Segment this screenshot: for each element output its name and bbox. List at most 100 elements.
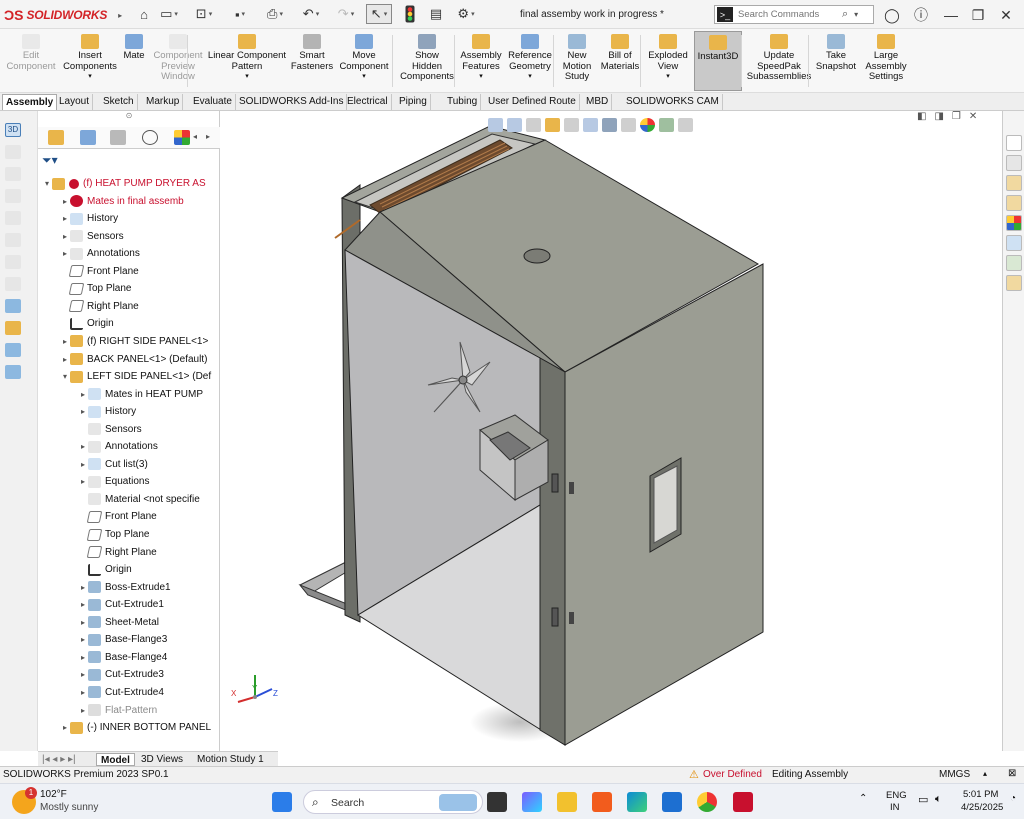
ribbon-button-new-motion-study[interactable]: New Motion Study <box>558 31 596 91</box>
tree-node[interactable]: ▸ Mates in final assemb <box>60 193 184 210</box>
hinge[interactable] <box>569 482 574 494</box>
open-button[interactable]: ⊡ ▾ <box>192 4 216 24</box>
expand-down-icon[interactable]: ▾ <box>42 179 52 188</box>
tab-assembly[interactable]: Assembly <box>2 94 58 110</box>
tree-node[interactable]: Sensors <box>78 421 142 438</box>
expand-right-icon[interactable]: ▸ <box>78 477 88 486</box>
expand-right-icon[interactable]: ▸ <box>60 197 70 206</box>
brave-browser-icon[interactable] <box>592 792 612 812</box>
expand-right-icon[interactable]: ▸ <box>60 249 70 258</box>
tree-node[interactable]: ▸ BACK PANEL<1> (Default) <box>60 351 207 368</box>
view-orientation-icon[interactable] <box>583 118 598 132</box>
scenes-icon[interactable] <box>659 118 674 132</box>
tab-user-defined-route[interactable]: User Defined Route <box>485 94 580 110</box>
tab-tubing[interactable]: Tubing <box>444 94 482 110</box>
rebuild-traffic-light-icon[interactable] <box>402 4 418 24</box>
hinge[interactable] <box>551 607 559 627</box>
ribbon-button-take-snapshot[interactable]: Take Snapshot <box>814 31 858 91</box>
hinge[interactable] <box>569 612 574 624</box>
tree-node[interactable]: ▸ Cut list(3) <box>78 456 148 473</box>
edge-browser-icon[interactable] <box>627 792 647 812</box>
search-commands-box[interactable]: >_ ⌕ ▾ <box>714 5 874 24</box>
language-line1[interactable]: ENG <box>886 790 907 801</box>
expand-right-icon[interactable]: ▸ <box>60 232 70 241</box>
tree-node[interactable]: Top Plane <box>60 280 131 297</box>
component-icon[interactable] <box>5 233 21 247</box>
customize-icon[interactable]: ⊠ <box>1008 768 1016 779</box>
tab-layout[interactable]: Layout <box>56 94 94 110</box>
tree-node[interactable]: ▸ Annotations <box>78 438 158 455</box>
tab-markup[interactable]: Markup <box>143 94 184 110</box>
tab-navigation-arrows[interactable]: |◂ ◂ ▸ ▸| <box>38 753 80 766</box>
chevron-down-icon[interactable]: ▾ <box>528 72 532 83</box>
tree-node[interactable]: ▸ Flat-Pattern <box>78 702 157 719</box>
home-icon[interactable]: ⌂ <box>135 4 153 24</box>
expand-right-icon[interactable]: ▸ <box>78 653 88 662</box>
new-document-button[interactable]: ▭ ▾ <box>158 4 180 24</box>
3d-view-icon[interactable]: 3D <box>5 123 21 137</box>
expand-right-icon[interactable]: ▸ <box>78 688 88 697</box>
ribbon-button-instant3d[interactable]: Instant3D <box>694 31 742 91</box>
component-icon[interactable] <box>5 145 21 159</box>
expand-right-icon[interactable]: ▸ <box>78 600 88 609</box>
graphics-area[interactable]: ◧ ◨ ❐ ✕ Y Z X <box>221 111 1002 751</box>
tree-node[interactable]: Top Plane <box>78 526 149 543</box>
expand-right-icon[interactable]: ▸ <box>78 442 88 451</box>
taskbar-search[interactable]: ⌕ Search <box>303 790 483 814</box>
file-explorer-icon[interactable] <box>557 792 577 812</box>
design-library-icon[interactable] <box>1006 175 1022 191</box>
expand-right-icon[interactable]: ▸ <box>60 355 70 364</box>
search-icon[interactable]: ⌕ <box>842 8 848 21</box>
chevron-left-icon[interactable]: ◂ <box>193 132 197 141</box>
ribbon-button-linear-component-pattern[interactable]: Linear Component Pattern ▾ <box>206 31 288 91</box>
tree-node[interactable]: Material <not specifie <box>78 491 200 508</box>
chevron-down-icon[interactable]: ▾ <box>88 72 92 83</box>
expand-right-icon[interactable]: ▸ <box>78 706 88 715</box>
file-explorer-icon[interactable] <box>1006 195 1022 211</box>
component-icon[interactable] <box>5 211 21 225</box>
dynamic-annotation-icon[interactable] <box>564 118 579 132</box>
hide-show-items-icon[interactable] <box>621 118 636 132</box>
tree-node[interactable]: Right Plane <box>60 298 139 315</box>
windows-start-icon[interactable] <box>272 792 292 812</box>
solidworks-forum-icon[interactable] <box>1006 255 1022 271</box>
display-style-icon[interactable] <box>602 118 617 132</box>
appearances-icon[interactable] <box>1006 215 1022 231</box>
tree-node[interactable]: ▸ Base-Flange3 <box>78 631 167 648</box>
feature-manager-tab-icon[interactable] <box>48 130 64 145</box>
options-gear-icon[interactable]: ⚙ ▾ <box>452 4 480 24</box>
view-palette-icon[interactable] <box>1006 275 1022 291</box>
print-button[interactable]: ⎙ ▾ <box>262 4 288 24</box>
redo-button[interactable]: ↷ ▾ <box>334 4 358 24</box>
component-icon[interactable] <box>5 277 21 291</box>
chevron-down-icon[interactable]: ▾ <box>362 72 366 83</box>
assembly-icon[interactable] <box>5 321 21 335</box>
tree-node[interactable]: ▸ Annotations <box>60 245 140 262</box>
select-tool-button[interactable]: ↖ ▾ <box>366 4 392 24</box>
tree-node[interactable]: ▾ (f) HEAT PUMP DRYER AS <box>42 175 206 192</box>
chevron-down-icon[interactable]: ▾ <box>854 10 858 19</box>
resources-icon[interactable] <box>1006 155 1022 171</box>
notifications-icon[interactable]: ◔ <box>1010 793 1016 804</box>
part-icon[interactable] <box>5 343 21 357</box>
tab-electrical[interactable]: Electrical <box>344 94 392 110</box>
copilot-icon[interactable] <box>522 792 542 812</box>
model-canvas[interactable] <box>221 111 1002 751</box>
filter-icon[interactable]: ⏷▾ <box>42 153 58 168</box>
tab-evaluate[interactable]: Evaluate <box>190 94 236 110</box>
tree-node[interactable]: ▸ Boss-Extrude1 <box>78 579 171 596</box>
tab-mbd[interactable]: MBD <box>583 94 613 110</box>
expand-right-icon[interactable]: ▸ <box>60 723 70 732</box>
view-settings-icon[interactable] <box>678 118 693 132</box>
ribbon-button-assembly-features[interactable]: Assembly Features ▾ <box>458 31 504 91</box>
zoom-to-fit-icon[interactable] <box>488 118 503 132</box>
tab-solidworks-cam[interactable]: SOLIDWORKS CAM <box>623 94 723 110</box>
component-icon[interactable] <box>5 167 21 181</box>
file-properties-icon[interactable]: ▤ <box>428 4 444 24</box>
tree-node[interactable]: ▸ Cut-Extrude3 <box>78 666 164 683</box>
ribbon-button-smart-fasteners[interactable]: Smart Fasteners <box>290 31 334 91</box>
hinge[interactable] <box>551 473 559 493</box>
tree-node[interactable]: ▸ Cut-Extrude1 <box>78 596 164 613</box>
property-manager-tab-icon[interactable] <box>80 130 96 145</box>
tree-node[interactable]: Origin <box>60 315 114 332</box>
